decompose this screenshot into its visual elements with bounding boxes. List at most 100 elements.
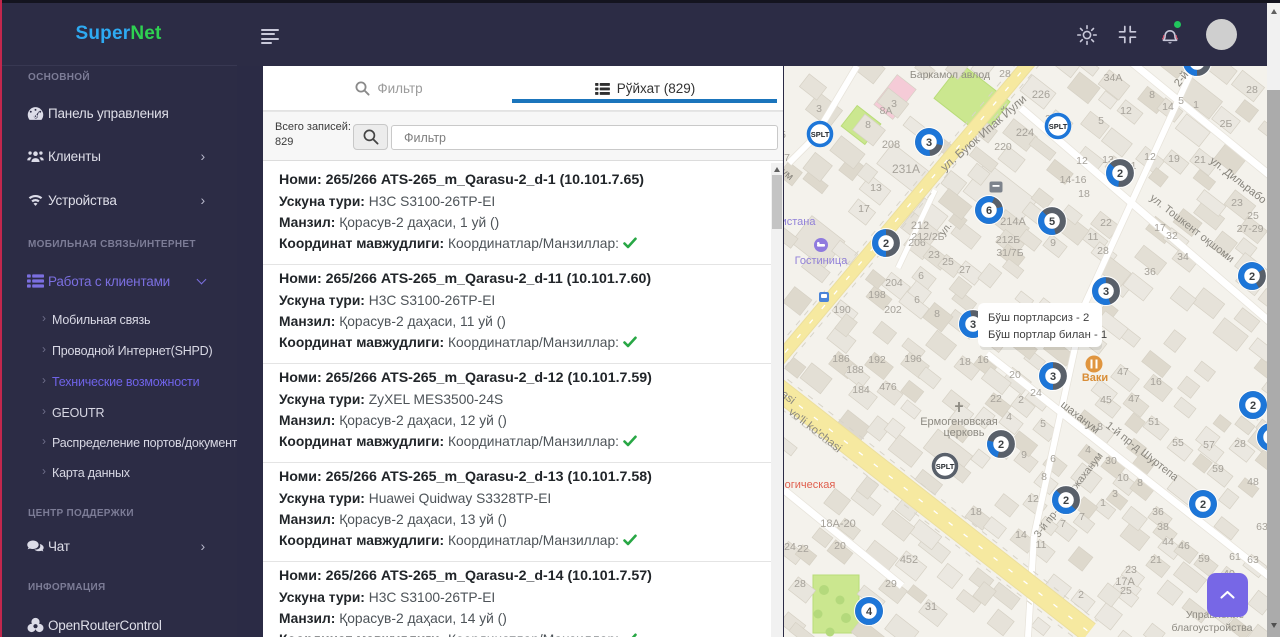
- svg-text:7: 7: [784, 152, 790, 164]
- svg-text:Бўш портларсиз - 2: Бўш портларсиз - 2: [988, 312, 1089, 324]
- svg-text:36: 36: [1152, 506, 1164, 518]
- svg-text:2Б: 2Б: [1220, 118, 1233, 130]
- svg-text:198: 198: [868, 289, 886, 301]
- svg-text:25: 25: [1247, 210, 1259, 222]
- svg-text:3: 3: [970, 319, 976, 331]
- svg-text:9: 9: [1021, 449, 1027, 461]
- svg-text:22: 22: [990, 393, 1002, 405]
- svg-text:5: 5: [784, 129, 786, 141]
- svg-text:огическая: огическая: [785, 479, 836, 491]
- svg-text:18: 18: [959, 356, 971, 368]
- svg-text:2: 2: [1063, 495, 1069, 507]
- svg-text:34А: 34А: [1104, 72, 1123, 84]
- svg-text:6: 6: [1050, 453, 1056, 465]
- svg-text:30: 30: [1105, 455, 1117, 467]
- svg-text:6: 6: [918, 270, 924, 282]
- svg-text:2: 2: [1078, 589, 1084, 601]
- svg-text:23: 23: [1125, 564, 1137, 576]
- svg-text:184: 184: [852, 384, 870, 396]
- svg-text:8: 8: [1041, 471, 1047, 483]
- svg-text:2: 2: [1200, 499, 1206, 511]
- svg-text:220: 220: [994, 141, 1012, 153]
- svg-text:истана: истана: [784, 216, 816, 228]
- svg-text:23: 23: [1231, 197, 1243, 209]
- svg-text:Ваки: Ваки: [1082, 372, 1108, 384]
- svg-text:36: 36: [1144, 266, 1156, 278]
- svg-text:27-29: 27-29: [1237, 223, 1264, 235]
- svg-text:12: 12: [1027, 493, 1039, 505]
- svg-text:25: 25: [1120, 585, 1132, 597]
- svg-text:17: 17: [1154, 222, 1166, 234]
- svg-text:3: 3: [891, 98, 897, 110]
- svg-text:14: 14: [1162, 101, 1174, 113]
- svg-text:204: 204: [885, 277, 903, 289]
- svg-text:28: 28: [1234, 438, 1246, 450]
- svg-text:48: 48: [1247, 476, 1259, 488]
- svg-text:59: 59: [1198, 553, 1210, 565]
- svg-text:28: 28: [794, 578, 806, 590]
- svg-text:476: 476: [879, 381, 897, 393]
- svg-text:188: 188: [846, 364, 864, 376]
- svg-text:31/7Б: 31/7Б: [996, 247, 1023, 259]
- svg-text:44: 44: [1162, 536, 1174, 548]
- svg-text:55: 55: [1172, 437, 1184, 449]
- svg-text:4: 4: [1006, 411, 1012, 423]
- svg-text:38: 38: [1157, 521, 1169, 533]
- svg-text:17: 17: [858, 203, 870, 215]
- svg-text:2: 2: [1250, 400, 1256, 412]
- svg-text:24: 24: [1030, 387, 1042, 399]
- svg-text:212Б: 212Б: [996, 234, 1021, 246]
- svg-text:20: 20: [1009, 369, 1021, 381]
- svg-text:7: 7: [1060, 518, 1066, 530]
- svg-text:3: 3: [1112, 488, 1118, 500]
- svg-text:1: 1: [1100, 497, 1106, 509]
- svg-text:13: 13: [870, 182, 882, 194]
- svg-text:18: 18: [970, 506, 982, 518]
- svg-text:11: 11: [1088, 231, 1099, 243]
- svg-text:63: 63: [1256, 521, 1267, 533]
- svg-text:8: 8: [865, 119, 871, 131]
- svg-text:192: 192: [868, 354, 886, 366]
- svg-text:4: 4: [866, 606, 873, 618]
- svg-text:224: 224: [1016, 127, 1034, 139]
- svg-text:2: 2: [998, 439, 1004, 451]
- svg-text:SPLT: SPLT: [936, 462, 955, 471]
- svg-text:214А: 214А: [1000, 216, 1026, 228]
- svg-text:22: 22: [1100, 217, 1112, 229]
- svg-text:47: 47: [1128, 393, 1140, 405]
- svg-text:Бўш портлар билан - 1: Бўш портлар билан - 1: [988, 329, 1107, 341]
- svg-text:12: 12: [1076, 155, 1088, 167]
- svg-text:63: 63: [1247, 554, 1259, 566]
- svg-text:57: 57: [1203, 439, 1215, 451]
- svg-text:24: 24: [784, 541, 796, 553]
- svg-text:61: 61: [1229, 551, 1241, 563]
- svg-text:5: 5: [1049, 216, 1055, 228]
- svg-text:27: 27: [959, 264, 971, 276]
- svg-text:8: 8: [1149, 89, 1155, 101]
- svg-text:23: 23: [928, 249, 940, 261]
- svg-text:10: 10: [1117, 472, 1129, 484]
- svg-text:31: 31: [925, 601, 937, 613]
- svg-text:231А: 231А: [892, 162, 920, 176]
- svg-text:2: 2: [883, 238, 889, 250]
- svg-text:25: 25: [942, 256, 954, 268]
- svg-text:3: 3: [1050, 371, 1056, 383]
- svg-text:208: 208: [882, 139, 900, 151]
- svg-text:12: 12: [1120, 105, 1132, 117]
- svg-text:29: 29: [885, 578, 897, 590]
- svg-text:18А-20: 18А-20: [820, 518, 855, 530]
- svg-text:3: 3: [1103, 286, 1109, 298]
- svg-text:5: 5: [1098, 115, 1104, 127]
- svg-text:14: 14: [1015, 529, 1027, 541]
- svg-text:SPLT: SPLT: [811, 130, 830, 139]
- svg-text:16: 16: [977, 354, 989, 366]
- svg-text:7: 7: [1079, 511, 1085, 523]
- svg-text:Баркамол авлод: Баркамол авлод: [910, 69, 990, 81]
- svg-text:28: 28: [1246, 84, 1258, 96]
- svg-text:21: 21: [1150, 554, 1162, 566]
- svg-text:28: 28: [999, 68, 1011, 80]
- svg-text:28: 28: [1097, 245, 1109, 257]
- svg-text:22: 22: [797, 543, 809, 555]
- svg-text:452: 452: [900, 554, 918, 566]
- svg-text:9: 9: [1050, 237, 1056, 249]
